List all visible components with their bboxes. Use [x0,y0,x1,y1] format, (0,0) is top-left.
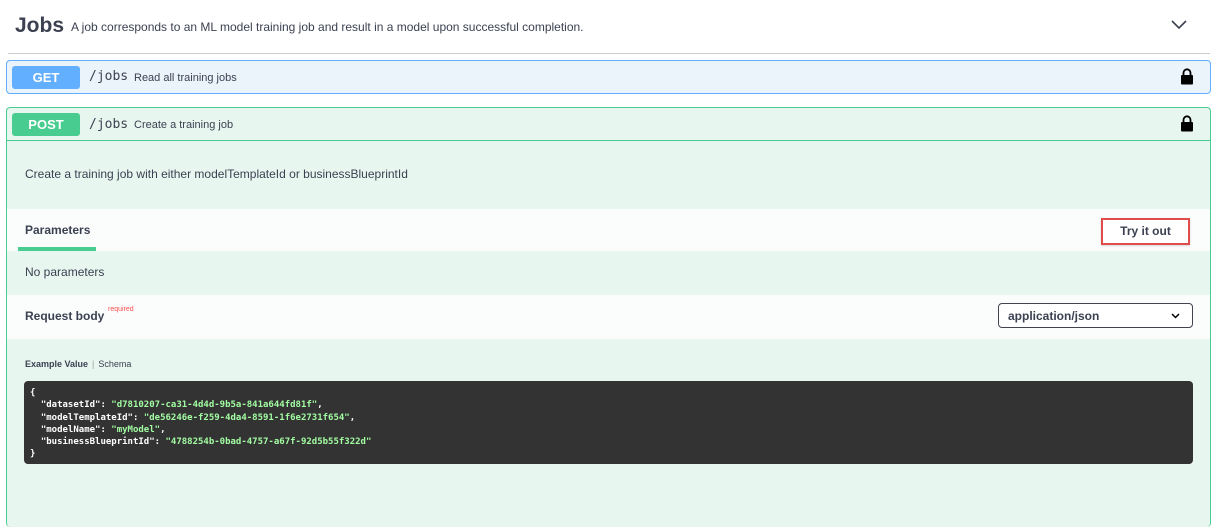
parameters-section-header: Parameters Try it out [7,209,1210,251]
chevron-down-icon[interactable] [1170,16,1188,34]
tag-title: Jobs [15,14,65,37]
example-schema-tabs: Example Value | Schema [25,359,131,369]
try-it-out-button[interactable]: Try it out [1101,218,1190,245]
required-marker: required [108,306,134,313]
tab-separator: | [92,359,95,369]
operation-summary[interactable]: Create a training job [134,119,233,131]
operation-path[interactable]: /jobs [89,117,128,132]
tab-parameters[interactable]: Parameters [25,223,90,237]
operation-path: /jobs [89,69,129,84]
code-open-brace: { [30,388,36,398]
tab-example-value[interactable]: Example Value [25,359,88,369]
lock-icon[interactable] [1180,68,1194,85]
code-close-brace: } [30,449,36,460]
content-type-value: application/json [1008,309,1100,323]
code-line: "modelTemplateId": "de56246e-f259-4da4-8… [40,412,356,423]
tab-schema[interactable]: Schema [98,359,131,369]
tag-description: A job corresponds to an ML model trainin… [71,20,584,34]
operation-get-jobs[interactable]: GET /jobs Read all training jobs [6,60,1211,94]
code-line: "modelName": "myModel", [40,424,166,435]
operation-description: Create a training job with either modelT… [25,167,408,181]
lock-icon[interactable] [1180,115,1194,132]
operation-post-jobs: POST /jobs Create a training job Create … [6,107,1211,527]
operation-summary: Read all training jobs [134,72,237,84]
no-parameters-text: No parameters [25,265,105,279]
example-json-code[interactable]: { "datasetId": "d7810207-ca31-4d4d-9b5a-… [24,381,1193,464]
tag-header-jobs[interactable]: Jobs A job corresponds to an ML model tr… [8,0,1210,54]
code-line: "businessBlueprintId": "4788254b-0bad-47… [40,437,372,448]
request-body-header: Request body required application/json [7,295,1210,339]
chevron-down-icon [1171,313,1180,319]
code-line: "datasetId": "d7810207-ca31-4d4d-9b5a-84… [40,400,323,411]
request-body-label: Request body [25,309,105,323]
tab-active-indicator [18,247,96,251]
content-type-select[interactable]: application/json [998,303,1193,328]
method-badge-get: GET [12,66,80,89]
divider [7,140,1210,141]
method-badge-post[interactable]: POST [12,113,80,136]
